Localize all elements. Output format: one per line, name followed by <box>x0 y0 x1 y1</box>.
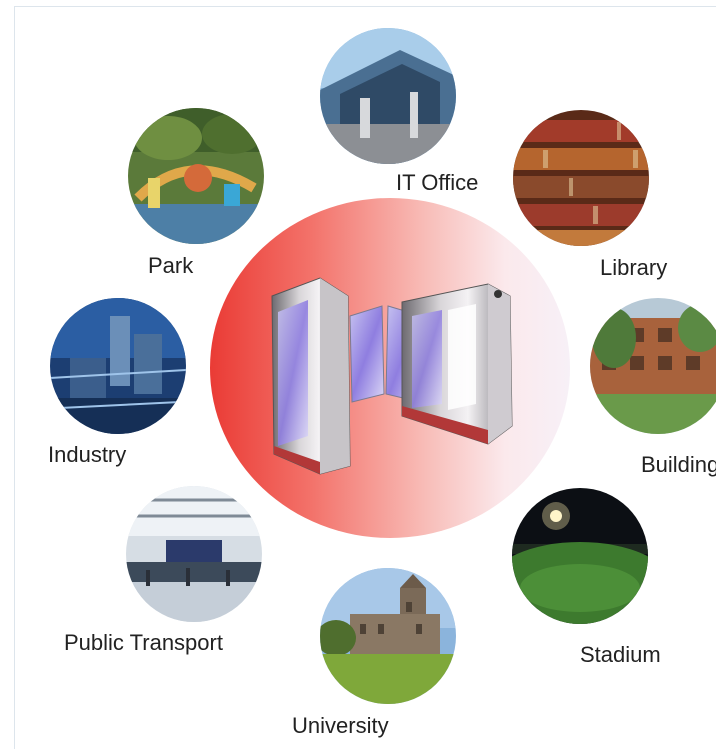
university-photo <box>320 568 456 704</box>
transport-station-photo-icon <box>126 486 262 622</box>
university-label: University <box>292 713 389 738</box>
public-transport-photo <box>126 486 262 622</box>
stadium-photo <box>512 488 648 624</box>
industry-photo-icon <box>50 298 186 434</box>
it-office-photo <box>320 28 456 164</box>
university-photo-icon <box>320 568 456 704</box>
library-label: Library <box>600 255 668 280</box>
industry-photo <box>50 298 186 434</box>
park-photo <box>128 108 264 244</box>
stadium-label: Stadium <box>580 642 661 667</box>
it-office-label: IT Office <box>396 170 479 195</box>
office-building-photo-icon <box>320 28 456 164</box>
building-photo <box>590 298 716 434</box>
library-photo <box>513 110 649 246</box>
library-photo-icon <box>513 110 649 246</box>
stadium-photo-icon <box>512 488 648 624</box>
building-label: Building <box>641 452 716 477</box>
industry-label: Industry <box>48 442 127 467</box>
park-label: Park <box>148 253 194 278</box>
public-transport-label: Public Transport <box>64 630 223 655</box>
park-photo-icon <box>128 108 264 244</box>
applications-diagram: IT Office Park Library Industry Building… <box>0 0 716 749</box>
residential-building-photo-icon <box>590 298 716 434</box>
turnstile-gate-icon <box>271 277 513 475</box>
